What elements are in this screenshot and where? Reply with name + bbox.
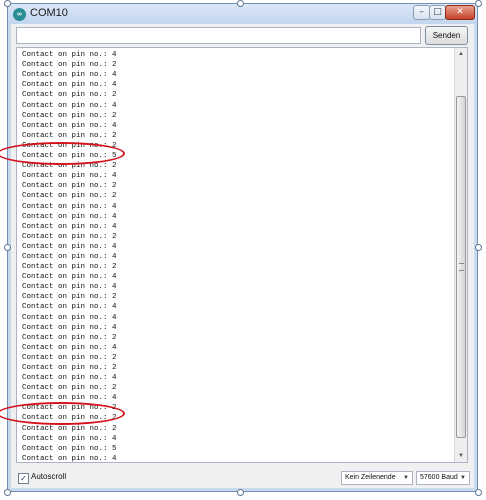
resize-handle (475, 0, 482, 7)
chevron-down-icon: ▼ (460, 475, 466, 481)
minimize-button[interactable]: – (413, 5, 430, 20)
baud-rate-value: 57600 Baud (420, 474, 458, 481)
output-line: Contact on pin no.: 2 (22, 192, 117, 201)
window-title: COM10 (30, 7, 68, 19)
resize-handle (237, 489, 244, 496)
scroll-up-arrow-icon[interactable]: ▲ (456, 49, 466, 59)
output-line: Contact on pin no.: 2 (22, 232, 117, 241)
baud-rate-select[interactable]: 57600 Baud ▼ (416, 471, 470, 485)
autoscroll-checkbox[interactable]: ✓ (18, 473, 29, 484)
resize-handle (475, 244, 482, 251)
resize-handle (475, 489, 482, 496)
resize-handle (4, 0, 11, 7)
output-lines: Contact on pin no.: 4 Contact on pin no.:… (22, 48, 117, 463)
output-line: Contact on pin no.: 2 (22, 61, 117, 70)
resize-handle (4, 244, 11, 251)
output-line: Contact on pin no.: 4 (22, 81, 117, 90)
output-line: Contact on pin no.: 4 (22, 212, 117, 221)
output-line: Contact on pin no.: 4 (22, 343, 117, 352)
output-line: Contact on pin no.: 4 (22, 202, 117, 211)
resize-handle (237, 0, 244, 7)
output-line: Contact on pin no.: 2 (22, 333, 117, 342)
serial-output[interactable]: Contact on pin no.: 4 Contact on pin no.:… (16, 47, 468, 463)
output-line: Contact on pin no.: 4 (22, 303, 117, 312)
vertical-scrollbar[interactable]: ▲ ▼ (454, 48, 467, 462)
output-line: Contact on pin no.: 2 (22, 111, 117, 120)
line-ending-select[interactable]: Kein Zeilenende ▼ (341, 471, 413, 485)
output-line: Contact on pin no.: 4 (22, 323, 117, 332)
output-line: Contact on pin no.: 4 (22, 172, 117, 181)
output-line: Contact on pin no.: 4 (22, 283, 117, 292)
highlight-circle (0, 142, 125, 165)
output-line: Contact on pin no.: 2 (22, 263, 117, 272)
output-line: Contact on pin no.: 4 (22, 71, 117, 80)
scroll-down-arrow-icon[interactable]: ▼ (456, 451, 466, 461)
output-line: Contact on pin no.: 4 (22, 434, 117, 443)
title-bar[interactable]: ∞ COM10 – □ ✕ (8, 4, 477, 24)
output-line: Contact on pin no.: 4 (22, 273, 117, 282)
arduino-icon: ∞ (13, 8, 26, 21)
output-line: Contact on pin no.: 2 (22, 91, 117, 100)
bottom-bar: ✓ Autoscroll Kein Zeilenende ▼ 57600 Bau… (11, 468, 474, 490)
line-ending-value: Kein Zeilenende (345, 474, 396, 481)
output-line: Contact on pin no.: 4 (22, 252, 117, 261)
output-line: Contact on pin no.: 4 (22, 222, 117, 231)
output-line: Contact on pin no.: 2 (22, 182, 117, 191)
output-line: Contact on pin no.: 4 (22, 313, 117, 322)
output-line: Contact on pin no.: 2 (22, 353, 117, 362)
chevron-down-icon: ▼ (403, 475, 409, 481)
output-line: Contact on pin no.: 4 (22, 101, 117, 110)
scrollbar-thumb[interactable] (456, 96, 466, 438)
output-line: Contact on pin no.: 2 (22, 424, 117, 433)
close-button[interactable]: ✕ (445, 5, 475, 20)
output-line: Contact on pin no.: 4 (22, 374, 117, 383)
resize-handle (4, 489, 11, 496)
output-line: Contact on pin no.: 2 (22, 364, 117, 372)
output-line: Contact on pin no.: 4 (22, 242, 117, 251)
send-input[interactable] (16, 27, 421, 44)
output-line: Contact on pin no.: 5 (22, 444, 117, 453)
output-line: Contact on pin no.: 2 (22, 293, 117, 302)
output-line: Contact on pin no.: 4 (22, 51, 117, 60)
output-line: Contact on pin no.: 2 (22, 384, 117, 393)
autoscroll-label: Autoscroll (31, 472, 67, 481)
highlight-circle (0, 402, 125, 425)
output-line: Contact on pin no.: 2 (22, 131, 117, 140)
output-line: Contact on pin no.: 4 (22, 454, 117, 463)
output-line: Contact on pin no.: 4 (22, 121, 117, 130)
send-button[interactable]: Senden (425, 26, 468, 45)
maximize-button[interactable]: □ (429, 5, 446, 20)
grip-icon (459, 263, 464, 271)
